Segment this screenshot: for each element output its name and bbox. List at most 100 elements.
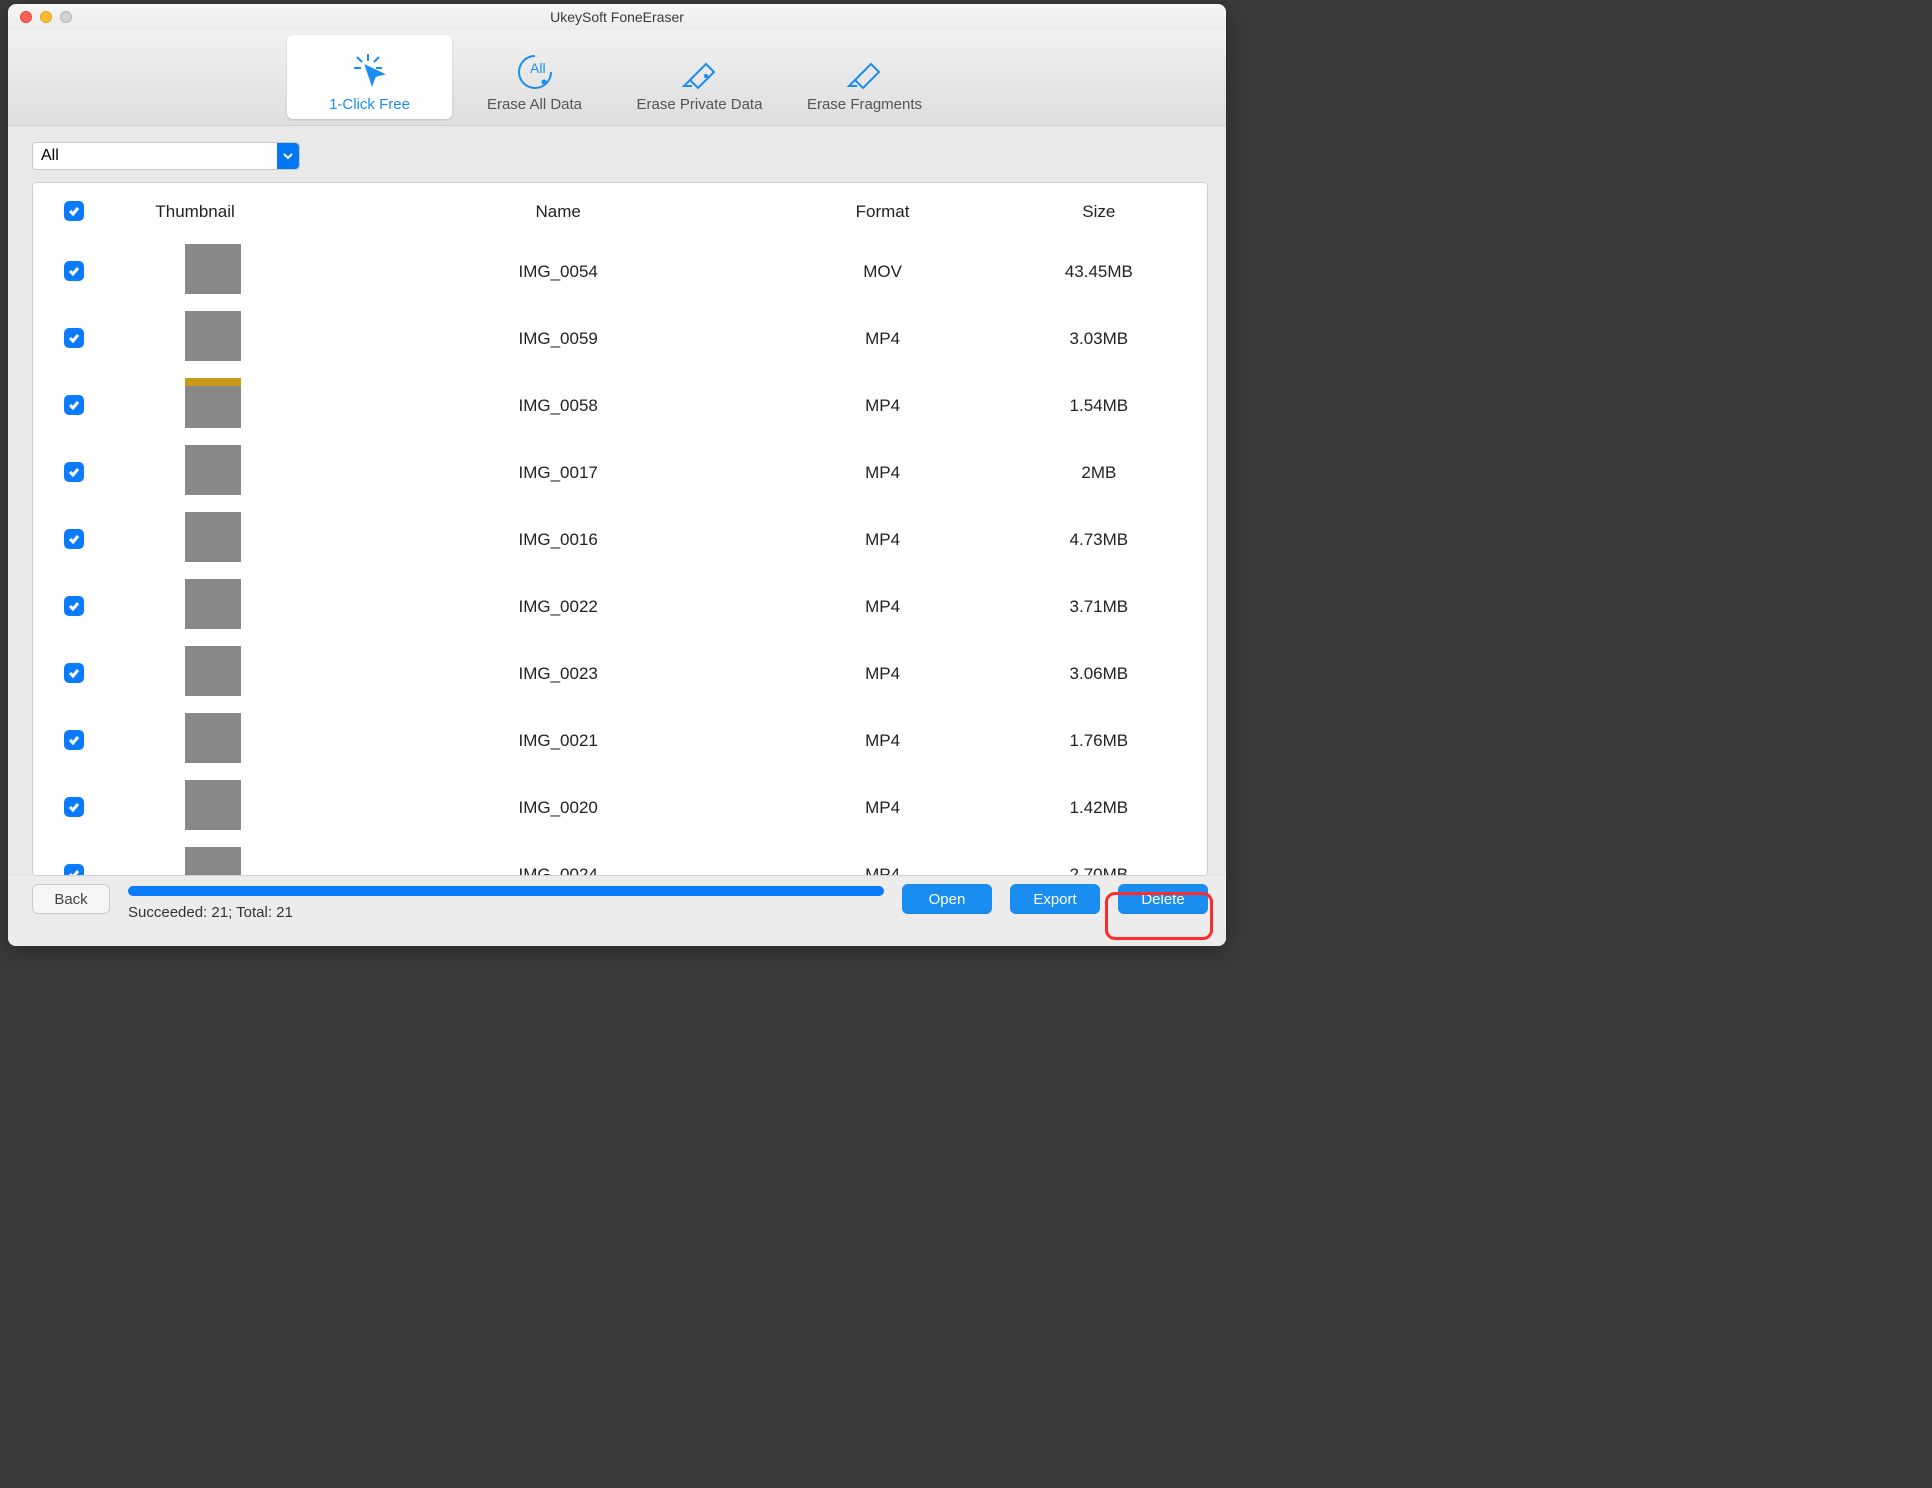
tab-label: Erase Fragments bbox=[807, 96, 922, 113]
eraser-private-icon bbox=[676, 50, 724, 90]
table-row[interactable]: IMG_0017MP42MB bbox=[33, 439, 1207, 506]
file-format: MP4 bbox=[774, 707, 990, 774]
tab-label: Erase All Data bbox=[487, 96, 582, 113]
thumbnail-image bbox=[185, 445, 241, 495]
file-name: IMG_0022 bbox=[342, 573, 775, 640]
table-row[interactable]: IMG_0023MP43.06MB bbox=[33, 640, 1207, 707]
content-area: Thumbnail Name Format Size IMG_0054MOV43… bbox=[8, 176, 1226, 876]
file-table: Thumbnail Name Format Size IMG_0054MOV43… bbox=[33, 183, 1207, 876]
thumbnail-image bbox=[185, 512, 241, 562]
file-format: MP4 bbox=[774, 506, 990, 573]
file-format: MP4 bbox=[774, 573, 990, 640]
row-checkbox[interactable] bbox=[64, 328, 84, 348]
table-row[interactable]: IMG_0024MP42.70MB bbox=[33, 841, 1207, 876]
row-checkbox[interactable] bbox=[64, 730, 84, 750]
table-row[interactable]: IMG_0021MP41.76MB bbox=[33, 707, 1207, 774]
row-checkbox[interactable] bbox=[64, 395, 84, 415]
file-format: MP4 bbox=[774, 439, 990, 506]
file-format: MP4 bbox=[774, 774, 990, 841]
table-row[interactable]: IMG_0016MP44.73MB bbox=[33, 506, 1207, 573]
file-size: 1.54MB bbox=[991, 372, 1207, 439]
filter-select[interactable]: All bbox=[32, 142, 300, 170]
file-size: 4.73MB bbox=[991, 506, 1207, 573]
table-row[interactable]: IMG_0058MP41.54MB bbox=[33, 372, 1207, 439]
thumbnail-image bbox=[185, 646, 241, 696]
tab-label: 1-Click Free bbox=[329, 96, 410, 113]
titlebar: UkeySoft FoneEraser bbox=[8, 4, 1226, 30]
file-name: IMG_0017 bbox=[342, 439, 775, 506]
file-format: MOV bbox=[774, 238, 990, 305]
filter-selected-value: All bbox=[41, 147, 59, 165]
file-size: 1.76MB bbox=[991, 707, 1207, 774]
file-size: 43.45MB bbox=[991, 238, 1207, 305]
col-format: Format bbox=[774, 183, 990, 238]
status-text: Succeeded: 21; Total: 21 bbox=[128, 904, 884, 921]
tab-label: Erase Private Data bbox=[637, 96, 763, 113]
file-name: IMG_0054 bbox=[342, 238, 775, 305]
row-checkbox[interactable] bbox=[64, 797, 84, 817]
svg-text:All: All bbox=[530, 60, 546, 76]
row-checkbox[interactable] bbox=[64, 462, 84, 482]
thumbnail-image bbox=[185, 311, 241, 361]
window-controls bbox=[20, 11, 72, 23]
chevron-down-icon bbox=[277, 143, 299, 169]
thumbnail-image bbox=[185, 378, 241, 428]
progress-column: Succeeded: 21; Total: 21 bbox=[128, 884, 884, 921]
file-name: IMG_0021 bbox=[342, 707, 775, 774]
table-header-row: Thumbnail Name Format Size bbox=[33, 183, 1207, 238]
window-title: UkeySoft FoneEraser bbox=[8, 9, 1226, 25]
file-size: 3.03MB bbox=[991, 305, 1207, 372]
close-window-button[interactable] bbox=[20, 11, 32, 23]
file-name: IMG_0059 bbox=[342, 305, 775, 372]
row-checkbox[interactable] bbox=[64, 529, 84, 549]
footer-bar: Back Succeeded: 21; Total: 21 Open Expor… bbox=[8, 876, 1226, 946]
file-size: 2.70MB bbox=[991, 841, 1207, 876]
table-row[interactable]: IMG_0054MOV43.45MB bbox=[33, 238, 1207, 305]
zoom-window-button[interactable] bbox=[60, 11, 72, 23]
file-format: MP4 bbox=[774, 305, 990, 372]
table-row[interactable]: IMG_0020MP41.42MB bbox=[33, 774, 1207, 841]
file-size: 1.42MB bbox=[991, 774, 1207, 841]
file-format: MP4 bbox=[774, 640, 990, 707]
row-checkbox[interactable] bbox=[64, 596, 84, 616]
progress-bar bbox=[128, 886, 884, 896]
tab-erase-all-data[interactable]: All Erase All Data bbox=[452, 35, 617, 119]
select-all-checkbox[interactable] bbox=[64, 201, 84, 221]
thumbnail-image bbox=[185, 579, 241, 629]
file-name: IMG_0016 bbox=[342, 506, 775, 573]
file-size: 3.06MB bbox=[991, 640, 1207, 707]
delete-button[interactable]: Delete bbox=[1118, 884, 1208, 914]
thumbnail-image bbox=[185, 847, 241, 876]
row-checkbox[interactable] bbox=[64, 261, 84, 281]
export-button[interactable]: Export bbox=[1010, 884, 1100, 914]
erase-all-icon: All bbox=[511, 50, 559, 90]
thumbnail-image bbox=[185, 780, 241, 830]
row-checkbox[interactable] bbox=[64, 864, 84, 876]
tab-1-click-free[interactable]: 1-Click Free bbox=[287, 35, 452, 119]
file-list-panel[interactable]: Thumbnail Name Format Size IMG_0054MOV43… bbox=[32, 182, 1208, 876]
file-name: IMG_0024 bbox=[342, 841, 775, 876]
file-name: IMG_0023 bbox=[342, 640, 775, 707]
main-toolbar: 1-Click Free All Erase All Data Erase P bbox=[8, 30, 1226, 126]
file-size: 3.71MB bbox=[991, 573, 1207, 640]
table-row[interactable]: IMG_0022MP43.71MB bbox=[33, 573, 1207, 640]
row-checkbox[interactable] bbox=[64, 663, 84, 683]
app-window: UkeySoft FoneEraser 1-Click Free A bbox=[8, 4, 1226, 946]
file-name: IMG_0058 bbox=[342, 372, 775, 439]
back-button[interactable]: Back bbox=[32, 884, 110, 914]
col-thumbnail: Thumbnail bbox=[115, 183, 342, 238]
file-name: IMG_0020 bbox=[342, 774, 775, 841]
minimize-window-button[interactable] bbox=[40, 11, 52, 23]
file-size: 2MB bbox=[991, 439, 1207, 506]
cursor-click-icon bbox=[346, 50, 394, 90]
progress-bar-fill bbox=[128, 886, 884, 896]
tab-erase-fragments[interactable]: Erase Fragments bbox=[782, 35, 947, 119]
table-row[interactable]: IMG_0059MP43.03MB bbox=[33, 305, 1207, 372]
thumbnail-image bbox=[185, 244, 241, 294]
tab-erase-private-data[interactable]: Erase Private Data bbox=[617, 35, 782, 119]
filter-row: All bbox=[8, 126, 1226, 176]
open-button[interactable]: Open bbox=[902, 884, 992, 914]
file-format: MP4 bbox=[774, 372, 990, 439]
eraser-fragments-icon bbox=[841, 50, 889, 90]
col-size: Size bbox=[991, 183, 1207, 238]
